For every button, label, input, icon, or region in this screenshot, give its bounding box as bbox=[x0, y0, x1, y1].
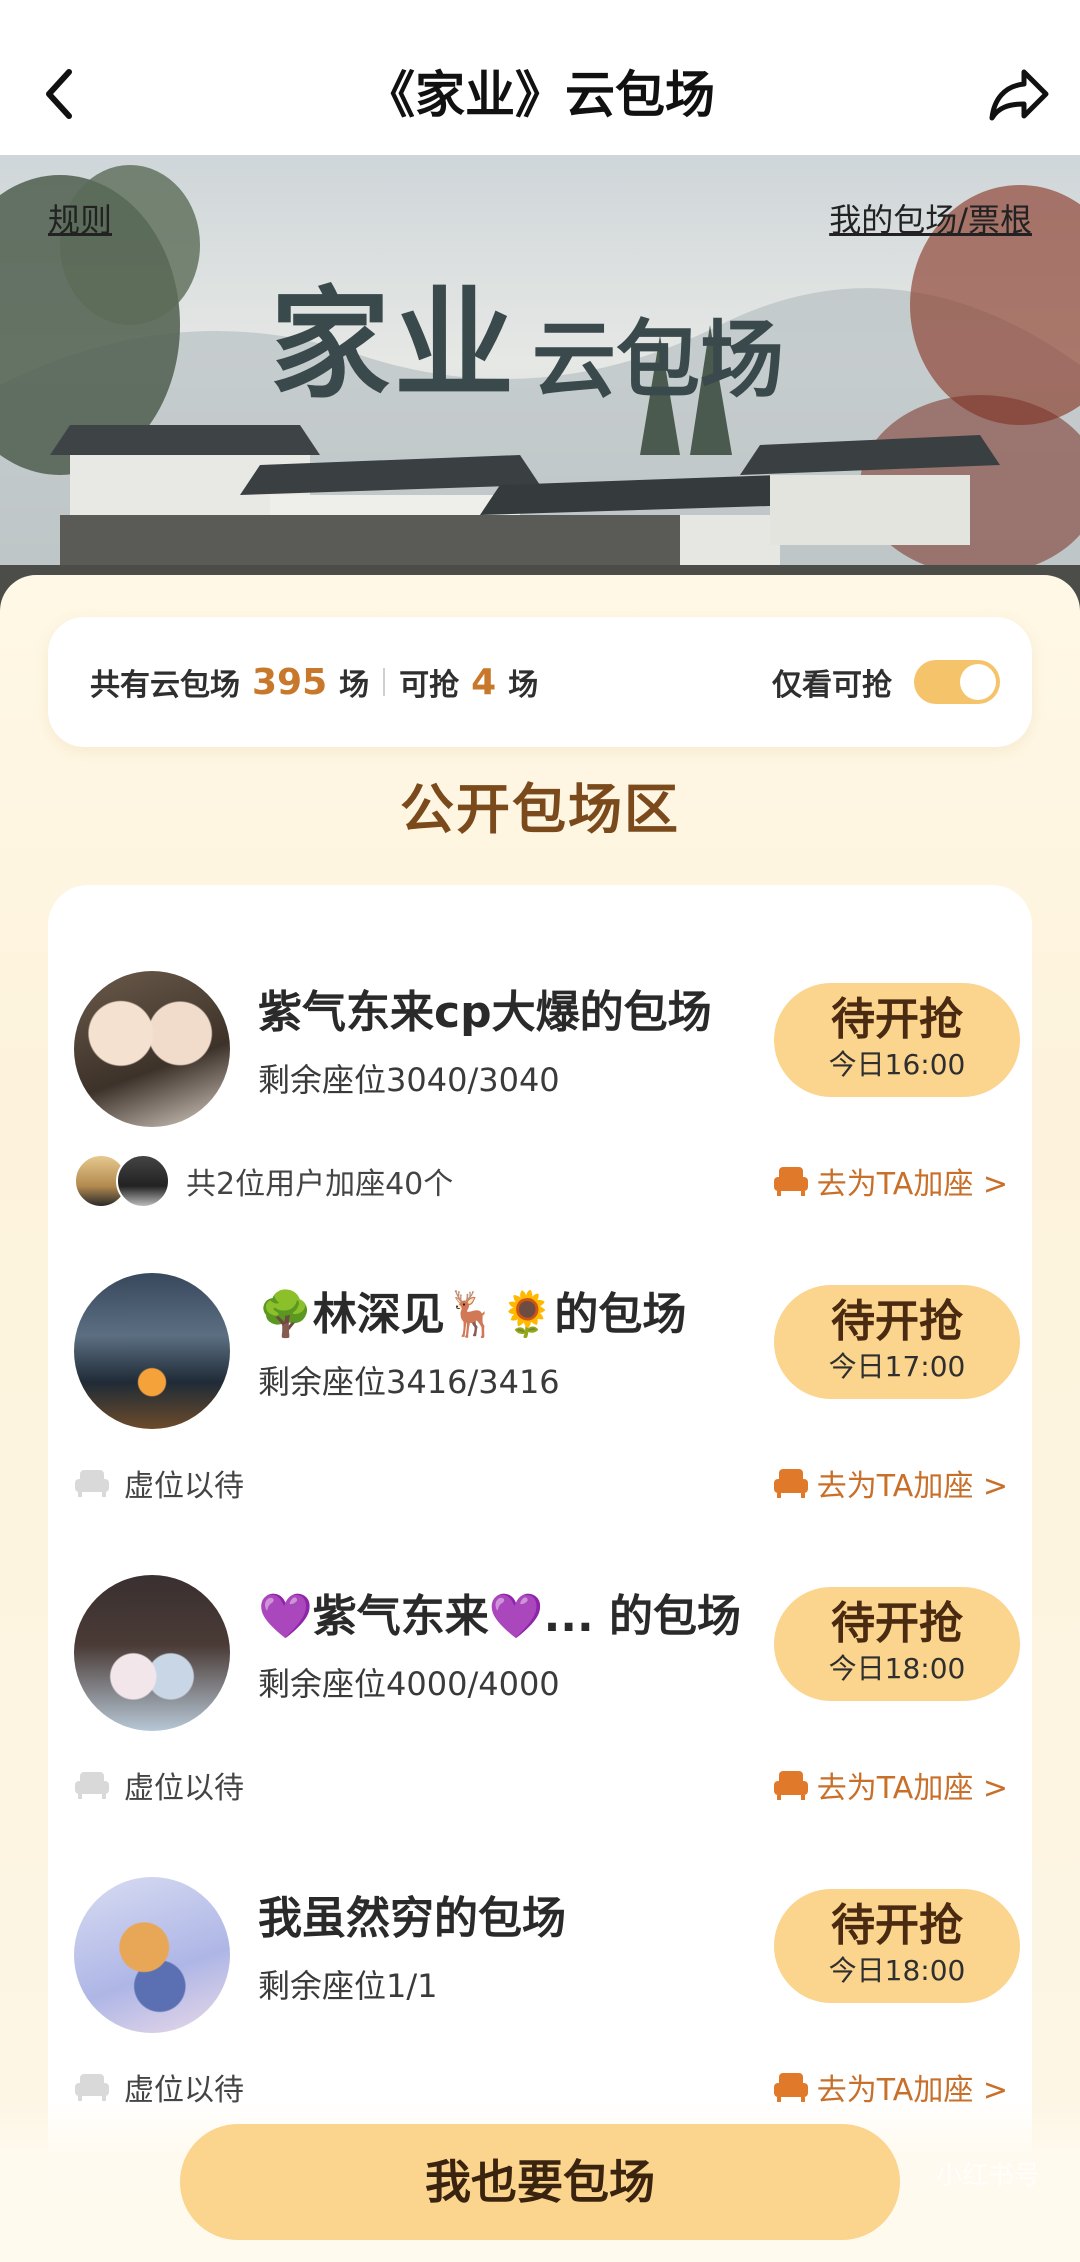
chevron-left-icon bbox=[46, 69, 72, 119]
banner-title-main: 家业 bbox=[270, 274, 518, 415]
item-seats: 剩余座位3040/3040 bbox=[258, 1061, 560, 1099]
grab-time: 今日17:00 bbox=[828, 1350, 966, 1383]
total-count: 395 bbox=[252, 661, 328, 703]
banner-title: 家业 云包场 bbox=[270, 270, 830, 420]
grab-button-label: 待开抢 bbox=[831, 1598, 963, 1649]
sofa-seat-icon bbox=[773, 2073, 808, 2102]
sofa-seat-icon bbox=[75, 2074, 109, 2101]
grab-time: 今日18:00 bbox=[828, 1652, 966, 1685]
grab-button-label: 待开抢 bbox=[831, 1900, 963, 1951]
booking-list: 紫气东来cp大爆的包场 剩余座位3040/3040 待开抢 今日16:00 共2… bbox=[48, 885, 1032, 2262]
section-title: 公开包场区 bbox=[400, 778, 680, 841]
item-title: 💜紫气东来💜... 的包场 bbox=[258, 1591, 742, 1642]
list-item[interactable]: 我虽然穷的包场 剩余座位1/1 待开抢 今日18:00 虚位以待 去为TA加座 … bbox=[48, 1791, 1032, 2108]
list-item[interactable]: 紫气东来cp大爆的包场 剩余座位3040/3040 待开抢 今日16:00 共2… bbox=[48, 885, 1032, 1208]
list-item[interactable]: 🌳林深见🦌🌻的包场 剩余座位3416/3416 待开抢 今日17:00 虚位以待 bbox=[48, 1187, 1032, 1504]
available-unit: 场 bbox=[508, 668, 539, 703]
toggle-knob bbox=[960, 664, 996, 700]
summary-bar: 共有云包场 395 场 可抢 4 场 仅看可抢 bbox=[48, 617, 1032, 747]
page-title: 《家业》云包场 bbox=[365, 66, 715, 124]
available-count: 4 bbox=[471, 661, 497, 703]
avatar bbox=[74, 1877, 230, 2033]
hero-banner: 规则 我的包场/票根 家业 云包场 bbox=[0, 155, 1080, 615]
item-title: 我虽然穷的包场 bbox=[258, 1893, 566, 1944]
grab-button[interactable]: 待开抢 今日18:00 bbox=[774, 1587, 1020, 1701]
watermark: 小红书号 bbox=[935, 2161, 1040, 2191]
item-seats: 剩余座位4000/4000 bbox=[258, 1665, 560, 1703]
avatar bbox=[74, 971, 230, 1127]
grab-button[interactable]: 待开抢 今日17:00 bbox=[774, 1285, 1020, 1399]
available-only-toggle[interactable] bbox=[914, 660, 1000, 704]
available-only-filter: 仅看可抢 bbox=[772, 617, 1000, 747]
share-arrow-icon bbox=[989, 69, 1049, 121]
grab-button[interactable]: 待开抢 今日16:00 bbox=[774, 983, 1020, 1097]
banner-title-sub: 云包场 bbox=[532, 311, 785, 409]
avatar bbox=[74, 1273, 230, 1429]
share-button[interactable] bbox=[980, 58, 1060, 130]
item-seats: 剩余座位3416/3416 bbox=[258, 1363, 560, 1401]
my-bookings-link[interactable]: 我的包场/票根 bbox=[829, 195, 1032, 245]
grab-time: 今日16:00 bbox=[828, 1048, 966, 1081]
grab-time: 今日18:00 bbox=[828, 1954, 966, 1987]
item-title: 🌳林深见🦌🌻的包场 bbox=[258, 1289, 687, 1340]
grab-button-label: 待开抢 bbox=[831, 994, 963, 1045]
grab-button[interactable]: 待开抢 今日18:00 bbox=[774, 1889, 1020, 2003]
filter-label: 仅看可抢 bbox=[772, 668, 892, 703]
list-item[interactable]: 💜紫气东来💜... 的包场 剩余座位4000/4000 待开抢 今日18:00 … bbox=[48, 1489, 1032, 1806]
rules-link[interactable]: 规则 bbox=[48, 195, 112, 245]
total-label: 共有云包场 bbox=[90, 668, 240, 703]
total-unit: 场 bbox=[339, 668, 370, 703]
summary-counts: 共有云包场 395 场 可抢 4 场 bbox=[90, 617, 538, 747]
item-title: 紫气东来cp大爆的包场 bbox=[258, 987, 712, 1038]
item-seats: 剩余座位1/1 bbox=[258, 1967, 438, 2005]
back-button[interactable] bbox=[36, 58, 80, 130]
summary-divider bbox=[383, 668, 386, 696]
avatar bbox=[74, 1575, 230, 1731]
main-panel: 共有云包场 395 场 可抢 4 场 仅看可抢 公开包场区 紫气东来cp大爆的包… bbox=[0, 575, 1080, 2262]
grab-button-label: 待开抢 bbox=[831, 1296, 963, 1347]
available-label: 可抢 bbox=[399, 668, 460, 703]
create-booking-button[interactable]: 我也要包场 bbox=[180, 2124, 900, 2240]
top-nav-bar: 《家业》云包场 bbox=[0, 0, 1080, 155]
